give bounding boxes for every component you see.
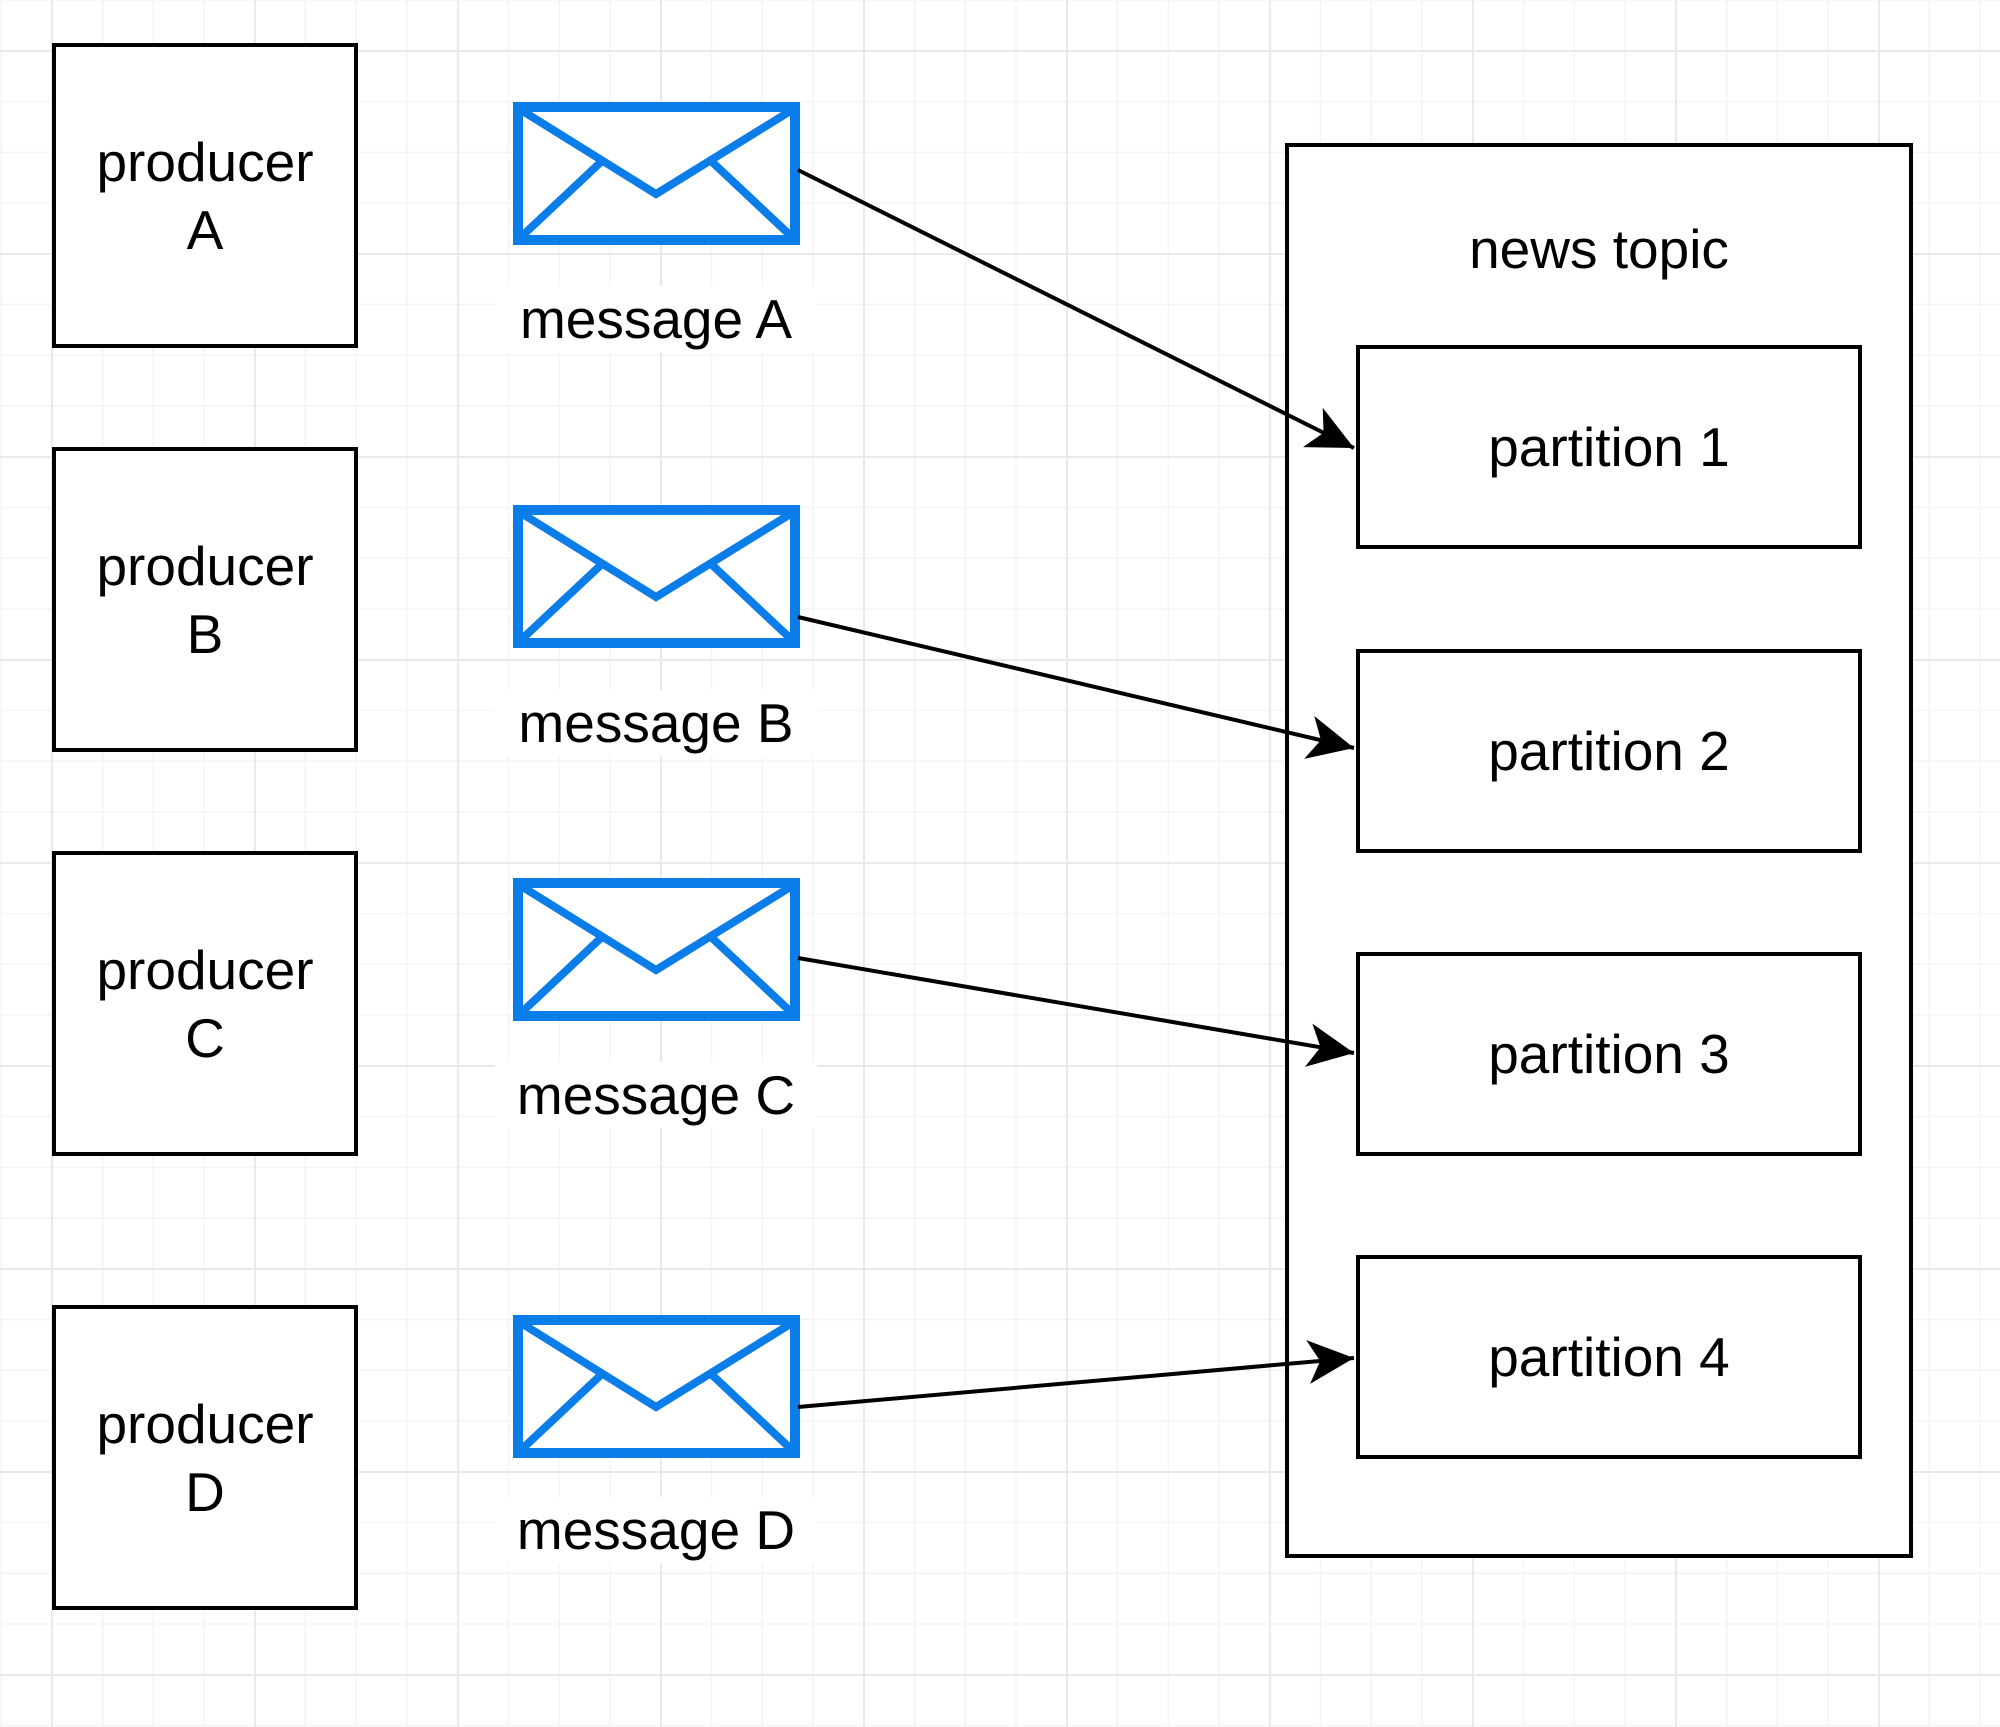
producer-label: producer bbox=[96, 938, 314, 1001]
producer-id: B bbox=[186, 602, 224, 665]
producer-id: D bbox=[185, 1460, 225, 1523]
producer-label: producer bbox=[96, 130, 314, 193]
producer-id: A bbox=[186, 198, 224, 261]
message-a-label: message A bbox=[495, 286, 817, 352]
envelope-icon[interactable] bbox=[513, 1315, 800, 1458]
producer-d-box[interactable]: producer D bbox=[52, 1305, 358, 1610]
arrow-message-d-to-partition-4[interactable] bbox=[797, 1356, 1355, 1409]
envelope-icon[interactable] bbox=[513, 505, 800, 648]
topic-title: news topic bbox=[1469, 218, 1729, 280]
partition-4-box[interactable]: partition 4 bbox=[1356, 1255, 1862, 1459]
producer-c-box[interactable]: producer C bbox=[52, 851, 358, 1156]
producer-a-box[interactable]: producer A bbox=[52, 43, 358, 348]
arrow-message-a-to-partition-1[interactable] bbox=[797, 168, 1355, 450]
producer-label: producer bbox=[96, 534, 314, 597]
producer-b-box[interactable]: producer B bbox=[52, 447, 358, 752]
producer-id: C bbox=[185, 1006, 225, 1069]
partition-2-box[interactable]: partition 2 bbox=[1356, 649, 1862, 853]
message-c-label: message C bbox=[495, 1062, 817, 1128]
message-d-label: message D bbox=[495, 1497, 817, 1563]
arrow-message-c-to-partition-3[interactable] bbox=[797, 956, 1355, 1055]
partition-1-box[interactable]: partition 1 bbox=[1356, 345, 1862, 549]
message-b-label: message B bbox=[495, 690, 817, 756]
arrow-message-b-to-partition-2[interactable] bbox=[797, 615, 1355, 750]
partition-label: partition 4 bbox=[1488, 1326, 1730, 1388]
partition-3-box[interactable]: partition 3 bbox=[1356, 952, 1862, 1156]
producer-label: producer bbox=[96, 1392, 314, 1455]
partition-label: partition 3 bbox=[1488, 1023, 1730, 1085]
partition-label: partition 1 bbox=[1488, 416, 1730, 478]
envelope-icon[interactable] bbox=[513, 878, 800, 1021]
partition-label: partition 2 bbox=[1488, 720, 1730, 782]
envelope-icon[interactable] bbox=[513, 102, 800, 245]
